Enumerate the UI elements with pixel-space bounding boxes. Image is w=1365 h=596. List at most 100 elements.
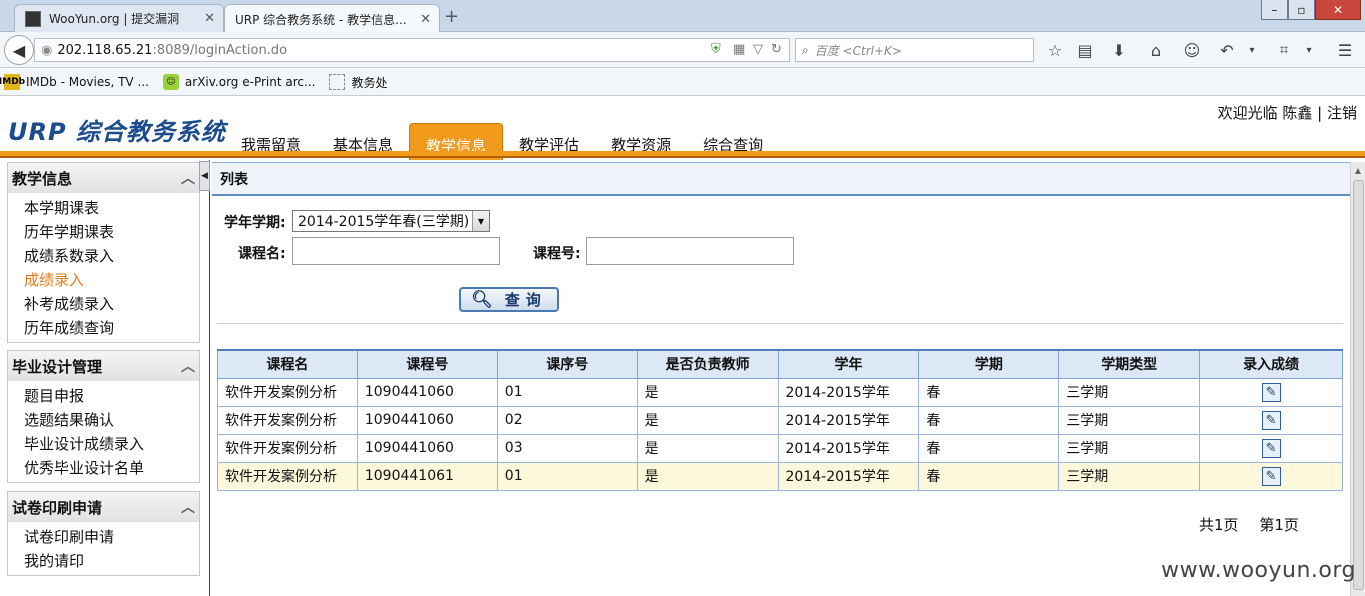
query-button[interactable]: 🔍︎ 查询 (459, 287, 559, 312)
browser-tab-wooyun[interactable]: WooYun.org | 提交漏洞 ✕ (14, 4, 224, 32)
welcome-text[interactable]: 欢迎光临 陈鑫 | 注销 (1218, 102, 1357, 123)
column-header[interactable]: 课序号 (496, 349, 638, 379)
cell-is-lead-teacher: 是 (636, 433, 779, 463)
minimize-icon[interactable]: – (1261, 0, 1288, 20)
vertical-scrollbar[interactable]: ▲ (1350, 162, 1365, 596)
chevron-down-icon[interactable]: ▼ (472, 211, 489, 231)
column-header[interactable]: 学期 (918, 349, 1060, 379)
shield-icon[interactable]: ⛨ (711, 42, 721, 57)
table-row[interactable]: 软件开发案例分析 1090441060 03 是 2014-2015学年 春 三… (217, 433, 1343, 463)
edit-icon[interactable]: ✎ (1261, 466, 1281, 486)
table-row[interactable]: 软件开发案例分析 1090441060 01 是 2014-2015学年 春 三… (217, 377, 1343, 407)
sidebar-item-grade-coefficient[interactable]: 成绩系数录入 (24, 243, 199, 267)
undo-dropdown-icon[interactable]: ▾ (1240, 38, 1264, 62)
page-header: URP 综合教务系统 欢迎光临 陈鑫 | 注销 我需留意 基本信息 教学信息 教… (0, 96, 1365, 160)
cell-term-type: 三学期 (1058, 461, 1201, 491)
cell-course-name: 软件开发案例分析 (217, 377, 358, 407)
column-header[interactable]: 是否负责教师 (636, 349, 779, 379)
smiley-icon[interactable]: ☺ (1180, 38, 1204, 62)
term-label: 学年学期: (224, 215, 286, 231)
sidebar-section-header[interactable]: 教学信息 ︿ (8, 163, 199, 193)
reading-list-icon[interactable]: ▤ (1073, 38, 1097, 62)
reload-icon[interactable]: ↻ (771, 42, 782, 57)
chevron-up-icon[interactable]: ︿ (181, 168, 195, 188)
term-select[interactable]: 2014-2015学年春(三学期) ▼ (292, 210, 490, 232)
cell-term: 春 (918, 377, 1060, 407)
sidebar-item-grade-entry[interactable]: 成绩录入 (24, 267, 199, 291)
sidebar-item-makeup-grade-entry[interactable]: 补考成绩录入 (24, 291, 199, 315)
bookmark-arxiv[interactable]: ☺ arXiv.org e-Print arc... (162, 74, 315, 90)
home-icon[interactable]: ⌂ (1144, 38, 1168, 62)
scrollbar-thumb[interactable] (1353, 180, 1364, 590)
bookmark-imdb[interactable]: IMDb IMDb - Movies, TV ... (0, 74, 149, 90)
sidebar-item-grade-history[interactable]: 历年成绩查询 (24, 315, 199, 339)
scroll-up-icon[interactable]: ▲ (1351, 162, 1365, 178)
course-table: 课程名 课程号 课序号 是否负责教师 学年 学期 学期类型 录入成绩 软件开发案… (217, 349, 1343, 491)
sidebar-item-excellent-thesis[interactable]: 优秀毕业设计名单 (24, 455, 199, 479)
cell-is-lead-teacher: 是 (636, 461, 779, 491)
sidebar-item-topic-confirm[interactable]: 选题结果确认 (24, 407, 199, 431)
cell-section-no: 02 (496, 405, 638, 435)
new-tab-icon[interactable]: + (444, 6, 459, 27)
cell-academic-year: 2014-2015学年 (777, 377, 920, 407)
pager: 共1页 第1页 (1199, 514, 1315, 535)
crop-icon[interactable]: ⌗ (1272, 38, 1296, 62)
sidebar-item-thesis-grade[interactable]: 毕业设计成绩录入 (24, 431, 199, 455)
list-title: 列表 (212, 162, 1350, 196)
search-input[interactable]: ⌕ 百度 <Ctrl+K> (795, 38, 1034, 62)
tab-close-icon[interactable]: ✕ (420, 12, 431, 27)
sidebar-section-teaching: 教学信息 ︿ 本学期课表 历年学期课表 成绩系数录入 成绩录入 补考成绩录入 历… (7, 162, 200, 343)
collapse-sidebar-icon[interactable]: ◀ (199, 161, 210, 191)
column-header[interactable]: 课程号 (356, 349, 498, 379)
sidebar-item-topic-declare[interactable]: 题目申报 (24, 383, 199, 407)
bookmark-star-icon[interactable]: ☆ (1043, 38, 1067, 62)
sidebar-section-header[interactable]: 毕业设计管理 ︿ (8, 351, 199, 381)
cell-section-no: 03 (496, 433, 638, 463)
qr-code-icon[interactable]: ▦ (733, 42, 745, 57)
column-header[interactable]: 课程名 (217, 349, 358, 379)
edit-icon[interactable]: ✎ (1261, 438, 1281, 458)
chevron-up-icon[interactable]: ︿ (181, 497, 195, 517)
course-no-label: 课程号: (533, 246, 581, 262)
undo-icon[interactable]: ↶ (1215, 38, 1239, 62)
sidebar-item-current-schedule[interactable]: 本学期课表 (24, 195, 199, 219)
cell-academic-year: 2014-2015学年 (777, 461, 920, 491)
sidebar-section-title: 教学信息 (12, 169, 73, 188)
page-icon (329, 74, 346, 90)
sidebar-item-my-prints[interactable]: 我的请印 (24, 548, 199, 572)
column-header[interactable]: 录入成绩 (1199, 349, 1343, 379)
maximize-icon[interactable]: ▫ (1288, 0, 1315, 20)
url-host: 202.118.65.21 (57, 42, 153, 58)
course-no-input[interactable] (586, 237, 794, 265)
back-arrow-icon[interactable]: ◀ (4, 35, 34, 65)
column-header[interactable]: 学年 (777, 349, 920, 379)
tab-close-icon[interactable]: ✕ (204, 11, 215, 26)
crop-dropdown-icon[interactable]: ▾ (1297, 38, 1321, 62)
table-row[interactable]: 软件开发案例分析 1090441060 02 是 2014-2015学年 春 三… (217, 405, 1343, 435)
cell-academic-year: 2014-2015学年 (777, 405, 920, 435)
menu-icon[interactable]: ☰ (1333, 38, 1357, 62)
watermark: www.wooyun.org (1161, 558, 1356, 583)
sidebar-item-print-request[interactable]: 试卷印刷申请 (24, 524, 199, 548)
address-bar[interactable]: ◉ 202.118.65.21 :8089/loginAction.do ⛨ ▦… (34, 38, 790, 62)
window-close-icon[interactable]: ✕ (1315, 0, 1361, 20)
wooyun-favicon-icon (25, 10, 41, 27)
bookmarks-bar: IMDb IMDb - Movies, TV ... ☺ arXiv.org e… (0, 69, 1365, 96)
edit-icon[interactable]: ✎ (1261, 410, 1281, 430)
chevron-up-icon[interactable]: ︿ (181, 356, 195, 376)
dropdown-arrow-icon[interactable]: ▽ (753, 42, 763, 57)
bookmark-jiaowuchu[interactable]: 教务处 (329, 74, 387, 91)
browser-tabbar: WooYun.org | 提交漏洞 ✕ URP 综合教务系统 - 教学信息...… (0, 0, 1365, 33)
table-row[interactable]: 软件开发案例分析 1090441061 01 是 2014-2015学年 春 三… (217, 461, 1343, 491)
cell-enter-grade: ✎ (1199, 377, 1343, 407)
tab-label: URP 综合教务系统 - 教学信息... (235, 12, 407, 27)
term-select-value: 2014-2015学年春(三学期) (298, 214, 470, 230)
sidebar-section-header[interactable]: 试卷印刷申请 ︿ (8, 492, 199, 522)
download-icon[interactable]: ⬇ (1107, 38, 1131, 62)
course-name-input[interactable] (292, 237, 500, 265)
edit-icon[interactable]: ✎ (1261, 382, 1281, 402)
browser-tab-urp[interactable]: URP 综合教务系统 - 教学信息... ✕ (224, 4, 440, 33)
browser-navbar: ◀ ◉ 202.118.65.21 :8089/loginAction.do ⛨… (0, 32, 1365, 68)
column-header[interactable]: 学期类型 (1058, 349, 1201, 379)
sidebar-item-past-schedules[interactable]: 历年学期课表 (24, 219, 199, 243)
